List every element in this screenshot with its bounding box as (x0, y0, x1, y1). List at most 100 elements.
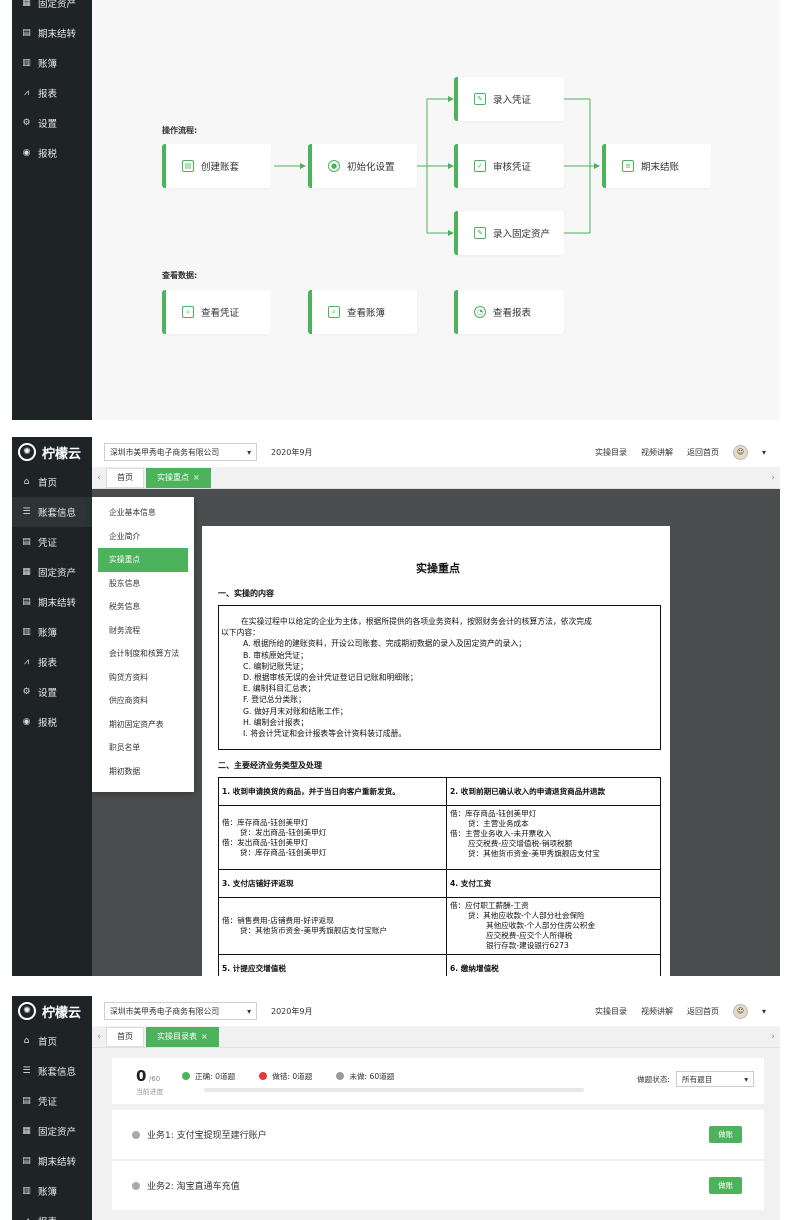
sidebar-item-account-info[interactable]: ☰ 账套信息 (12, 1056, 92, 1086)
practice-content: 0 /60 当前进度 正确: 0道题 做错: 0道题 未做: 60道题 做题状态… (92, 1048, 780, 1220)
books-icon: ⌕ (328, 306, 340, 318)
view-books-card[interactable]: ⌕ 查看账簿 (308, 290, 417, 334)
menu-item[interactable]: 税务信息 (92, 595, 194, 619)
do-accounting-button[interactable]: 做账 (709, 1126, 742, 1143)
section-heading: 一、实操的内容 (218, 589, 274, 598)
enter-voucher-card[interactable]: ✎ 录入凭证 (454, 77, 564, 121)
view-voucher-card[interactable]: ⌕ 查看凭证 (162, 290, 271, 334)
status-select[interactable]: 所有题目 ▾ (676, 1071, 754, 1087)
menu-item[interactable]: 期初固定资产表 (92, 713, 194, 737)
table-cell: 6. 缴纳增值税 (446, 954, 661, 976)
sidebar-item-account-info[interactable]: ☰ 账套信息 (12, 497, 92, 527)
view-report-card[interactable]: ◔ 查看报表 (454, 290, 564, 334)
list-item: I. 将会计凭证和会计报表等会计资料装订成册。 (243, 729, 407, 739)
menu-item[interactable]: 职员名单 (92, 736, 194, 760)
sliders-icon: ☰ (22, 507, 31, 517)
tax-icon: ◉ (22, 717, 31, 727)
result-legend: 正确: 0道题 做错: 0道题 未做: 60道题 (182, 1071, 394, 1082)
building-icon: ▦ (22, 1126, 31, 1136)
create-account-card[interactable]: ▤ 创建账套 (162, 144, 271, 188)
sidebar-item-voucher[interactable]: ▤ 凭证 (12, 527, 92, 557)
sidebar-item-tax[interactable]: ◉ 报税 (12, 707, 92, 737)
period-label: 2020年9月 (271, 447, 313, 457)
period-close-card[interactable]: ≡ 期末结账 (602, 144, 711, 188)
sidebar-item-home[interactable]: ⌂ 首页 (12, 1026, 92, 1056)
sidebar-item-fixed-assets[interactable]: ▦ 固定资产 (12, 1116, 92, 1146)
menu-item-active[interactable]: 实操重点 (98, 548, 188, 572)
sidebar-item-voucher[interactable]: ▤ 凭证 (12, 1086, 92, 1116)
practice-catalog-link[interactable]: 实操目录 (595, 1006, 627, 1017)
menu-item[interactable]: 会计制度和核算方法 (92, 642, 194, 666)
tab-home[interactable]: 首页 (106, 467, 144, 488)
intro-text: 在实操过程中以给定的企业为主体，根据所提供的各项业务资料，按照财务会计的核算方法… (241, 617, 592, 626)
sidebar-item-home[interactable]: ⌂ 首页 (12, 467, 92, 497)
list-item: E. 编制科目汇总表； (243, 684, 316, 694)
init-settings-card[interactable]: ● 初始化设置 (308, 144, 417, 188)
chevron-down-icon: ▾ (247, 1006, 251, 1016)
top-bar: 深圳市美甲秀电子商务有限公司 ▾ 2020年9月 实操目录 视频讲解 返回首页 ☺… (92, 437, 780, 467)
table-cell: 借：应付职工薪酬-工资 贷：其他应收款-个人部分社会保险 其他应收款-个人部分住… (446, 897, 661, 956)
audit-voucher-card[interactable]: ✓ 审核凭证 (454, 144, 564, 188)
document-icon: ▤ (22, 1096, 31, 1106)
back-home-link[interactable]: 返回首页 (687, 1006, 719, 1017)
section-heading: 二、主要经济业务类型及处理 (218, 761, 322, 771)
home-icon: ⌂ (23, 477, 30, 487)
sidebar-item-reports[interactable]: ⩘报表 (12, 647, 92, 677)
sidebar-item-reports[interactable]: ⩘报表 (12, 1206, 92, 1220)
company-select[interactable]: 深圳市美甲秀电子商务有限公司 ▾ (104, 443, 257, 461)
gear-icon: ⚙ (22, 687, 31, 697)
key-points-document: 实操重点 一、实操的内容 在实操过程中以给定的企业为主体，根据所提供的各项业务资… (202, 526, 670, 976)
wrong-count: 做错: 0道题 (259, 1071, 312, 1082)
progress-bar (204, 1088, 584, 1092)
sidebar-item-period-close[interactable]: ▤ 期末结转 (12, 1146, 92, 1176)
close-icon[interactable]: × (201, 1032, 208, 1041)
asset-edit-icon: ✎ (474, 227, 486, 239)
enter-asset-card[interactable]: ✎ 录入固定资产 (454, 211, 564, 255)
sidebar: ✺ 柠檬云 ⌂ 首页 ☰ 账套信息 ▤ 凭证 ▦ 固定资产 ▤ 期末结转 ▥ 账簿 ⩘ 报表 ⚙… (12, 437, 92, 976)
table-cell: 1. 收到申请换货的商品，并于当日向客户重新发货。 (218, 777, 447, 807)
account-info-menu: 企业基本信息 企业简介 实操重点 股东信息 税务信息 财务流程 会计制度和核算方… (92, 497, 194, 792)
avatar[interactable]: ☺ (732, 444, 748, 460)
close-icon[interactable]: × (193, 473, 200, 482)
menu-item[interactable]: 企业基本信息 (92, 501, 194, 525)
video-link[interactable]: 视频讲解 (641, 447, 673, 458)
tab-scroll-left-icon[interactable]: ‹ (92, 473, 106, 483)
brand-logo[interactable]: ✺ 柠檬云 (12, 996, 92, 1026)
tab-bar: ‹ 首页 实操目录表 × › (92, 1026, 780, 1048)
chevron-down-icon[interactable]: ▾ (762, 448, 766, 457)
task-row[interactable]: 业务1: 支付宝提现至建行账户 做账 (112, 1110, 764, 1160)
back-home-link[interactable]: 返回首页 (687, 447, 719, 458)
table-cell: 借：销售费用-店铺费用-好评返现 贷：其他货币资金-美甲秀旗舰店支付宝账户 (218, 897, 447, 956)
sidebar-item-books[interactable]: ▥ 账簿 (12, 617, 92, 647)
brand-logo[interactable]: ✺ 柠檬云 (12, 437, 92, 467)
tab-practice-catalog[interactable]: 实操目录表 × (146, 1026, 219, 1047)
sidebar-item-fixed-assets[interactable]: ▦ 固定资产 (12, 557, 92, 587)
tab-scroll-left-icon[interactable]: ‹ (92, 1032, 106, 1042)
menu-item[interactable]: 股东信息 (92, 572, 194, 596)
chevron-down-icon[interactable]: ▾ (762, 1007, 766, 1016)
content-box: 在实操过程中以给定的企业为主体，根据所提供的各项业务资料，按照财务会计的核算方法… (218, 605, 661, 751)
task-row[interactable]: 业务2: 淘宝直通车充值 做账 (112, 1161, 764, 1211)
sidebar-item-books[interactable]: ▥ 账簿 (12, 1176, 92, 1206)
company-select[interactable]: 深圳市美甲秀电子商务有限公司 ▾ (104, 1002, 257, 1020)
list-item: G. 做好月末对账和结账工作； (243, 706, 348, 716)
book-icon: ▥ (22, 627, 31, 637)
menu-item[interactable]: 财务流程 (92, 619, 194, 643)
sidebar-item-settings[interactable]: ⚙ 设置 (12, 677, 92, 707)
menu-item[interactable]: 企业简介 (92, 525, 194, 549)
tab-key-points[interactable]: 实操重点 × (146, 467, 211, 488)
lemon-logo-icon: ✺ (18, 1002, 36, 1020)
tab-scroll-right-icon[interactable]: › (766, 1032, 780, 1042)
sidebar-item-period-close[interactable]: ▤ 期末结转 (12, 587, 92, 617)
menu-item[interactable]: 供应商资料 (92, 689, 194, 713)
menu-item[interactable]: 期初数据 (92, 760, 194, 784)
do-accounting-button[interactable]: 做账 (709, 1177, 742, 1194)
menu-item[interactable]: 购货方资料 (92, 666, 194, 690)
tab-scroll-right-icon[interactable]: › (766, 473, 780, 483)
tab-home[interactable]: 首页 (106, 1026, 144, 1047)
table-cell: 借：库存商品-钰创美甲灯 贷：发出商品-钰创美甲灯 借：发出商品-钰创美甲灯 贷… (218, 805, 447, 871)
video-link[interactable]: 视频讲解 (641, 1006, 673, 1017)
practice-catalog-link[interactable]: 实操目录 (595, 447, 627, 458)
progress-counter: 0 /60 当前进度 (136, 1066, 164, 1096)
avatar[interactable]: ☺ (732, 1003, 748, 1019)
